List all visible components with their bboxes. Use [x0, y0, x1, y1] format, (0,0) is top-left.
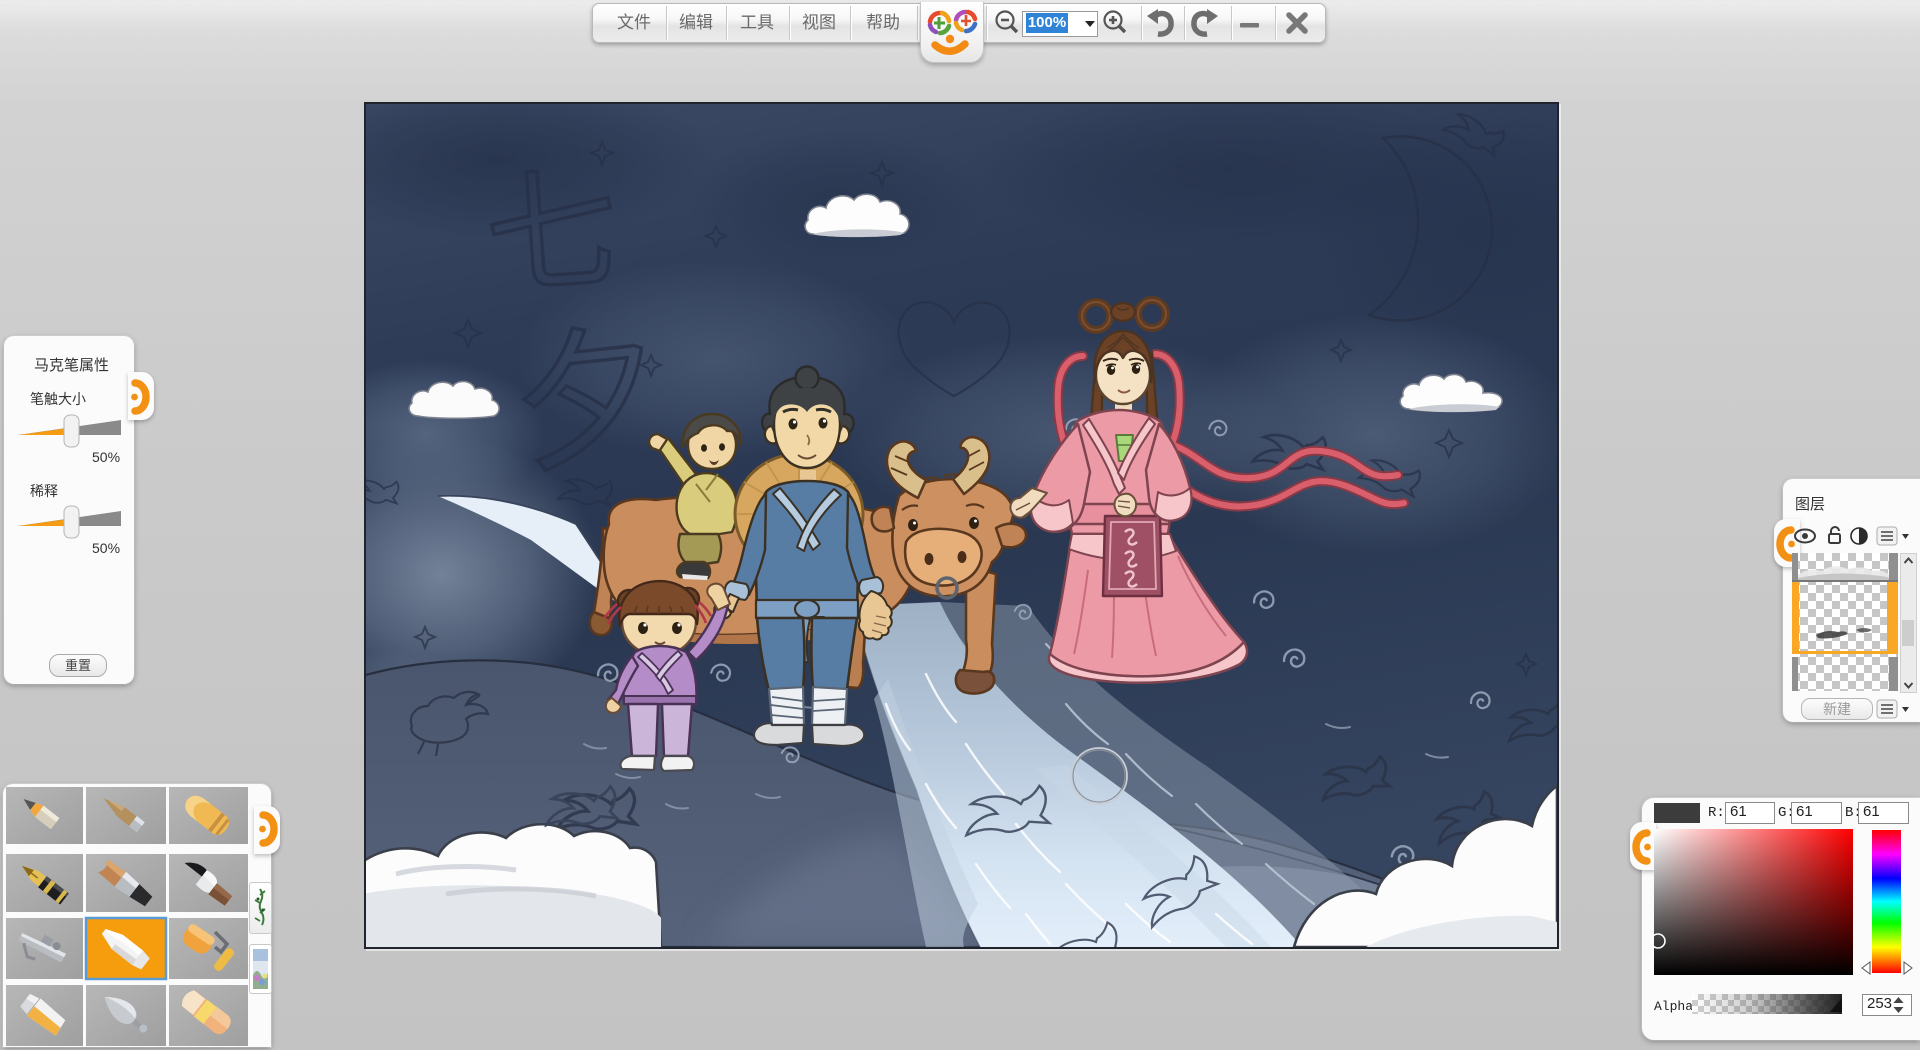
- svg-text:夕: 夕: [504, 309, 671, 492]
- svg-text:七: 七: [481, 156, 623, 312]
